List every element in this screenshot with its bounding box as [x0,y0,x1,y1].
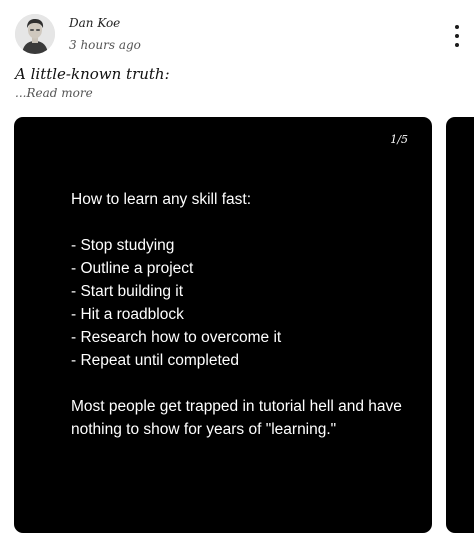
vertical-ellipsis-icon [455,43,459,47]
steps-list: - Stop studying - Outline a project - St… [71,234,411,372]
read-more-link[interactable]: ...Read more [15,86,93,100]
vertical-ellipsis-icon [455,34,459,38]
list-item: - Hit a roadblock [71,306,184,323]
vertical-ellipsis-icon [455,25,459,29]
list-item: - Repeat until completed [71,352,240,369]
slide-title: How to learn any skill fast: [71,191,252,208]
author-name[interactable]: Dan Koe [69,16,120,30]
post-headline: A little-known truth: [15,65,170,83]
post-timestamp: 3 hours ago [69,38,141,52]
list-item: - Research how to overcome it [71,329,282,346]
avatar-portrait-icon [15,14,55,54]
list-item: - Stop studying [71,237,175,254]
next-slide-peek[interactable] [446,117,474,533]
list-item: - Start building it [71,283,183,300]
slide-content: How to learn any skill fast: - Stop stud… [71,188,411,441]
more-options-button[interactable] [447,22,467,50]
slide-counter: 1/5 [390,133,408,146]
carousel-slide[interactable]: 1/5 How to learn any skill fast: - Stop … [14,117,432,533]
list-item: - Outline a project [71,260,194,277]
slide-conclusion: Most people get trapped in tutorial hell… [71,398,402,438]
author-avatar[interactable] [15,14,55,54]
